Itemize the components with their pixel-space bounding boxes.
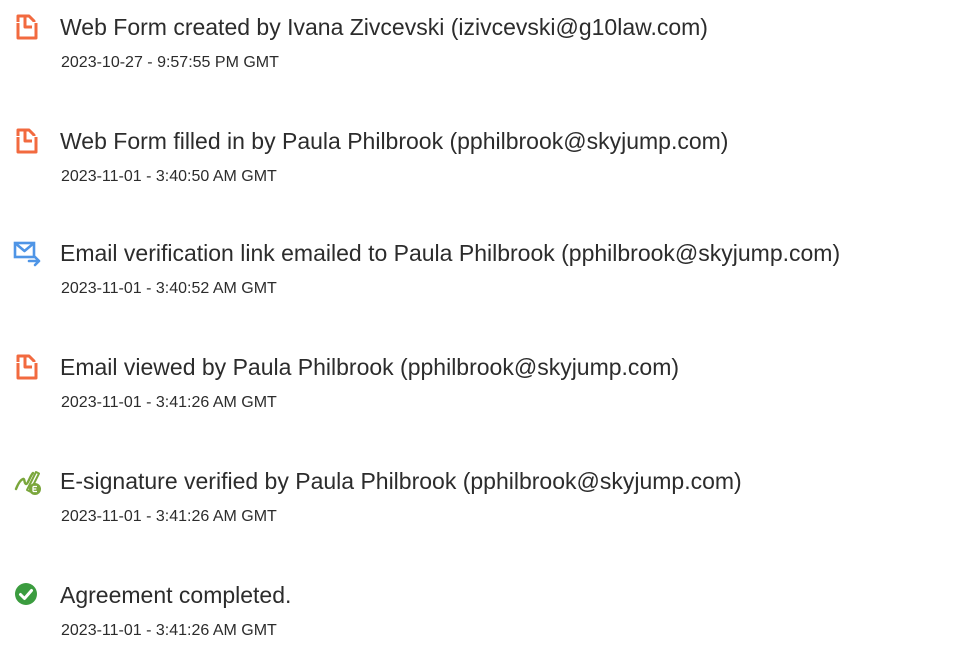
event-title: Web Form created by Ivana Zivcevski (izi…: [60, 14, 708, 40]
event-e-signature-verified: E-signature verified by Paula Philbrook …: [0, 454, 966, 554]
signature-icon: [12, 466, 42, 496]
document-icon: [12, 12, 42, 42]
event-web-form-filled: Web Form filled in by Paula Philbrook (p…: [0, 114, 966, 214]
event-title: Agreement completed.: [60, 582, 292, 608]
event-email-verification: Email verification link emailed to Paula…: [0, 226, 966, 326]
document-icon: [12, 352, 42, 382]
check-circle-icon: [12, 580, 42, 610]
event-web-form-created: Web Form created by Ivana Zivcevski (izi…: [0, 0, 966, 100]
event-timestamp: 2023-11-01 - 3:41:26 AM GMT: [61, 394, 277, 411]
event-timestamp: 2023-10-27 - 9:57:55 PM GMT: [61, 54, 279, 71]
event-title: Email verification link emailed to Paula…: [60, 240, 841, 266]
document-icon: [12, 126, 42, 156]
event-title: Web Form filled in by Paula Philbrook (p…: [60, 128, 729, 154]
event-title: Email viewed by Paula Philbrook (pphilbr…: [60, 354, 680, 380]
email-icon: [12, 238, 42, 268]
event-timestamp: 2023-11-01 - 3:40:50 AM GMT: [61, 168, 277, 185]
event-agreement-completed: Agreement completed. 2023-11-01 - 3:41:2…: [0, 568, 966, 668]
event-timestamp: 2023-11-01 - 3:41:26 AM GMT: [61, 622, 277, 639]
event-timestamp: 2023-11-01 - 3:40:52 AM GMT: [61, 280, 277, 297]
event-email-viewed: Email viewed by Paula Philbrook (pphilbr…: [0, 340, 966, 440]
event-timestamp: 2023-11-01 - 3:41:26 AM GMT: [61, 508, 277, 525]
event-title: E-signature verified by Paula Philbrook …: [60, 468, 742, 494]
